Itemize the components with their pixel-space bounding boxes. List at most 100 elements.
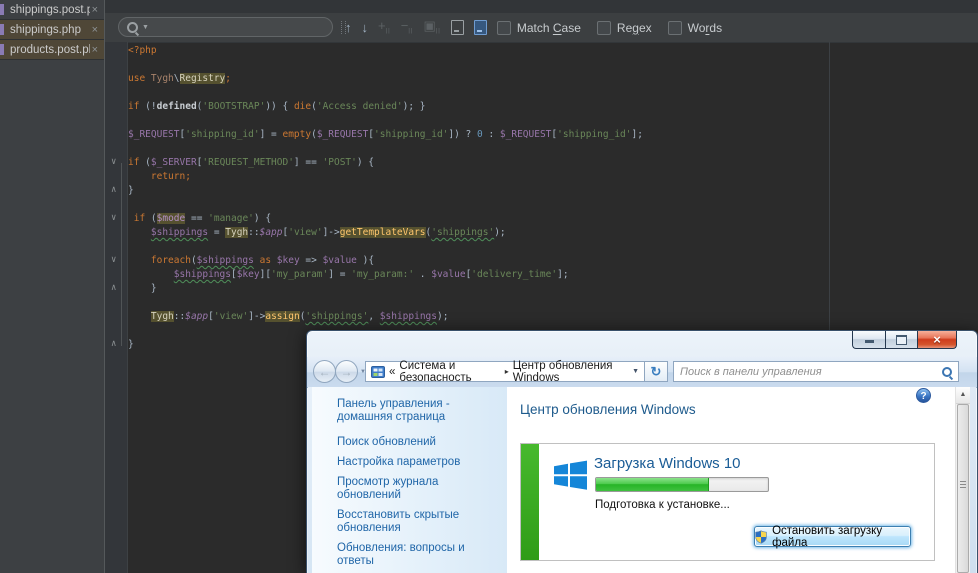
code-line: Tygh::$app['view']->assign('shippings', … <box>128 310 643 324</box>
find-search-input[interactable]: ▼ <box>118 17 333 37</box>
tab-label: shippings.php <box>10 24 90 36</box>
control-panel-sidebar: Панель управления - домашняя страница Пои… <box>312 387 507 573</box>
find-toolbar: ▼ ↑ ↓ +ll −ll ▣ll Match Case Regex Words <box>105 13 978 43</box>
sidebar-link[interactable]: Поиск обновлений <box>337 436 489 449</box>
code-line: return; <box>128 170 643 184</box>
back-button[interactable]: ← <box>313 360 336 383</box>
editor-top-strip <box>105 0 978 13</box>
editor-tab[interactable]: products.post.php× <box>0 40 104 60</box>
control-panel-search-input[interactable]: Поиск в панели управления <box>673 361 959 382</box>
editor-tab[interactable]: shippings.post.php× <box>0 0 104 20</box>
fold-down-icon[interactable]: ∨ <box>111 158 123 167</box>
status-stripe <box>521 444 539 560</box>
address-bar[interactable]: « Система и безопасность ▸ Центр обновле… <box>365 361 645 382</box>
tab-label: products.post.php <box>10 44 90 56</box>
editor-tabs: shippings.post.php×shippings.php×product… <box>0 0 105 573</box>
forward-button[interactable]: → <box>335 360 358 383</box>
code-line <box>128 58 643 72</box>
refresh-button[interactable]: ↻ <box>645 361 668 382</box>
uac-shield-icon <box>755 530 767 544</box>
search-history-caret-icon[interactable]: ▼ <box>142 24 149 31</box>
tab-close-icon[interactable]: × <box>90 4 104 16</box>
code-line <box>128 114 643 128</box>
forward-icon: → <box>341 365 353 379</box>
breadcrumb-item-system-security[interactable]: Система и безопасность <box>399 360 500 384</box>
code-line: $shippings = Tygh::$app['view']->getTemp… <box>128 226 643 240</box>
tab-label: shippings.post.php <box>10 4 90 16</box>
next-match-icon[interactable]: ↓ <box>362 21 369 34</box>
fold-down-icon[interactable]: ∨ <box>111 214 123 223</box>
windows-logo-icon <box>552 457 589 494</box>
window-body: Панель управления - домашняя страница Пои… <box>308 387 976 573</box>
address-dropdown-icon[interactable]: ▼ <box>632 368 639 375</box>
editor-tab[interactable]: shippings.php× <box>0 20 104 40</box>
code-line: $_REQUEST['shipping_id'] = empty($_REQUE… <box>128 128 643 142</box>
update-status-text: Подготовка к установке... <box>595 499 730 511</box>
code-line: } <box>128 184 643 198</box>
find-option-label[interactable]: Match Case <box>517 21 581 35</box>
tab-close-icon[interactable]: × <box>90 44 104 56</box>
add-occurrence-icon[interactable]: +ll <box>378 19 391 36</box>
php-file-icon <box>0 44 4 55</box>
scrollbar-thumb[interactable] <box>957 404 969 573</box>
select-all-occurrences-icon[interactable]: ▣ll <box>423 19 440 36</box>
stop-download-button[interactable]: Остановить загрузку файла <box>754 526 911 547</box>
maximize-button[interactable] <box>885 331 917 349</box>
export-matches-icon[interactable] <box>451 20 464 35</box>
find-option-label[interactable]: Regex <box>617 21 652 35</box>
open-in-find-window-icon[interactable] <box>474 20 487 35</box>
minimize-button[interactable] <box>852 331 885 349</box>
fold-down-icon[interactable]: ∨ <box>111 256 123 265</box>
tab-close-icon[interactable]: × <box>90 24 104 36</box>
code-line: if (!defined('BOOTSTRAP')) { die('Access… <box>128 100 643 114</box>
search-icon[interactable] <box>942 367 952 377</box>
code-line: foreach($shippings as $key => $value ){ <box>128 254 643 268</box>
maximize-icon <box>896 335 907 345</box>
sidebar-link[interactable]: Настройка параметров <box>337 456 489 469</box>
prev-match-icon[interactable]: ↑ <box>345 21 352 34</box>
sidebar-link[interactable]: Обновления: вопросы и ответы <box>337 542 489 568</box>
close-button[interactable]: × <box>917 331 957 349</box>
main-pane: Центр обновления Windows ? Загрузка Wind… <box>507 387 955 573</box>
code-line <box>128 296 643 310</box>
vertical-scrollbar[interactable]: ▲ <box>955 387 970 573</box>
code-line <box>128 86 643 100</box>
breadcrumb-chevrons[interactable]: « <box>389 366 395 378</box>
windows-update-window: × ← → ▼ « Система и безопасность ▸ Центр… <box>306 330 978 573</box>
fold-up-icon[interactable]: ∧ <box>111 284 123 293</box>
code-line: } <box>128 282 643 296</box>
php-file-icon <box>0 24 4 35</box>
fold-up-icon[interactable]: ∧ <box>111 340 123 349</box>
fold-up-icon[interactable]: ∧ <box>111 186 123 195</box>
download-progress-bar <box>595 477 769 492</box>
remove-occurrence-icon[interactable]: −ll <box>401 19 414 36</box>
scrollbar-grip-icon <box>960 481 966 489</box>
sidebar-link[interactable]: Просмотр журнала обновлений <box>337 476 489 502</box>
code-line: if ($mode == 'manage') { <box>128 212 643 226</box>
code-line <box>128 142 643 156</box>
control-panel-icon <box>371 365 385 379</box>
sidebar-link[interactable]: Восстановить скрытые обновления <box>337 509 489 535</box>
find-option-checkbox-1[interactable] <box>597 21 611 35</box>
screen: shippings.post.php×shippings.php×product… <box>0 0 978 573</box>
find-option-checkbox-2[interactable] <box>668 21 682 35</box>
search-icon <box>127 22 138 33</box>
search-placeholder: Поиск в панели управления <box>680 366 942 378</box>
find-toolbar-controls: ↑ ↓ +ll −ll ▣ll Match Case Regex Words <box>345 13 728 42</box>
find-option-label[interactable]: Words <box>688 21 722 35</box>
breadcrumb-item-windows-update[interactable]: Центр обновления Windows <box>513 360 628 384</box>
find-option-checkbox-0[interactable] <box>497 21 511 35</box>
update-status-box: Загрузка Windows 10 Подготовка к установ… <box>520 443 935 561</box>
code-line <box>128 198 643 212</box>
scroll-up-button[interactable]: ▲ <box>956 387 970 404</box>
code-line: <?php <box>128 44 643 58</box>
refresh-icon: ↻ <box>651 364 662 380</box>
back-icon: ← <box>319 365 331 379</box>
update-title: Загрузка Windows 10 <box>594 455 741 472</box>
sidebar-link[interactable]: Панель управления - домашняя страница <box>337 398 489 424</box>
breadcrumb-separator-icon: ▸ <box>505 367 509 376</box>
help-button[interactable]: ? <box>916 388 931 403</box>
editor-gutter <box>105 42 128 573</box>
window-frame-right <box>970 387 976 573</box>
editor-code[interactable]: <?phpuse Tygh\Registry;if (!defined('BOO… <box>128 44 643 352</box>
